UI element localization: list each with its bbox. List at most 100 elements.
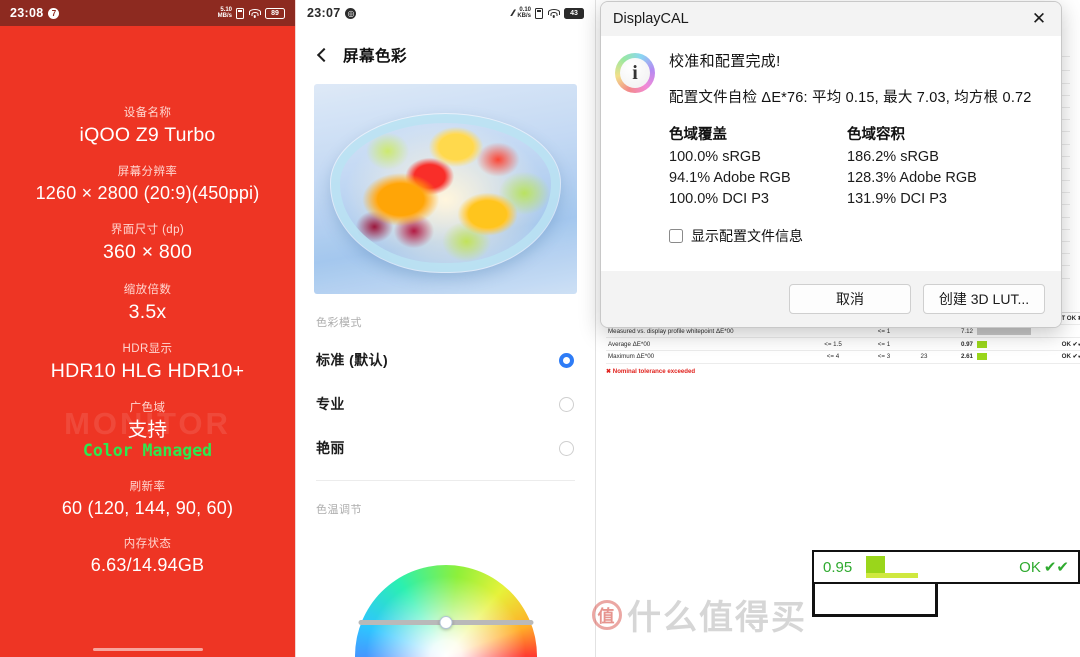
cancel-button[interactable]: 取消 xyxy=(789,284,911,314)
gamut-volume-heading: 色域容积 xyxy=(847,127,905,143)
info-block-ui-size: 界面尺寸 (dp) 360 × 800 xyxy=(0,221,295,263)
network-speed-value: 5.10 xyxy=(220,6,232,13)
network-speed-value: 0.10 xyxy=(519,6,531,13)
cell-count xyxy=(913,337,935,351)
close-icon[interactable]: ✕ xyxy=(1017,2,1061,36)
wifi-icon xyxy=(248,8,261,19)
callout-status-text: OK xyxy=(1019,558,1041,576)
color-temp-slider-knob[interactable] xyxy=(439,616,452,629)
home-indicator xyxy=(92,647,203,651)
bar-gray xyxy=(977,327,1031,335)
cell-recommended: <= 3 xyxy=(855,350,913,364)
show-profile-info-checkbox-row[interactable]: 显示配置文件信息 xyxy=(669,226,1043,246)
network-speed-unit: MB/s xyxy=(217,13,232,19)
info-value: iQOO Z9 Turbo xyxy=(79,124,216,146)
info-icon-glyph: i xyxy=(632,61,638,84)
battery-icon: 43 xyxy=(564,7,584,19)
section-label-color-temp: 色温调节 xyxy=(316,504,362,516)
checkbox-icon[interactable] xyxy=(669,229,683,244)
callout-leader-line-bottom xyxy=(812,614,938,617)
callout-check-icon: ✔✔ xyxy=(1043,559,1069,576)
info-label: HDR显示 xyxy=(122,342,173,355)
gamut-coverage-column: 色域覆盖 100.0% sRGB 94.1% Adobe RGB 100.0% … xyxy=(669,123,821,210)
color-managed-value: Color Managed xyxy=(82,440,213,460)
phone1-statusbar-left: 23:08 7 xyxy=(10,6,60,20)
callout-bar xyxy=(866,556,919,578)
cell-actual: 0.97 xyxy=(935,337,975,351)
checkbox-label: 显示配置文件信息 xyxy=(691,228,803,245)
radio-unselected-icon[interactable] xyxy=(559,396,574,412)
create-3d-lut-button[interactable]: 创建 3D LUT... xyxy=(923,284,1045,314)
info-value: 60 (120, 144, 90, 60) xyxy=(61,497,234,518)
phone1-info-list: 设备名称 iQOO Z9 Turbo 屏幕分辨率 1260 × 2800 (20… xyxy=(0,26,295,576)
screenshot-root: 23:08 7 5.10 MB/s 89 MONITOR 设备名称 iQOO Z… xyxy=(0,0,1080,657)
info-block-wide-gamut: 广色域 支持 Color Managed xyxy=(0,399,295,460)
screen-color-nav-header: 屏幕色彩 xyxy=(296,26,595,84)
gamut-coverage-line: 100.0% DCI P3 xyxy=(669,191,769,208)
info-value: 1260 × 2800 (20:9)(450ppi) xyxy=(35,183,260,204)
page-title: 屏幕色彩 xyxy=(343,48,408,65)
info-value: 360 × 800 xyxy=(102,241,193,264)
gamut-coverage-heading: 色域覆盖 xyxy=(669,127,727,143)
gamut-coverage-line: 94.1% Adobe RGB xyxy=(669,170,791,187)
fruit-bowl-shape xyxy=(329,113,562,273)
dialog-text-area: 校准和配置完成! 配置文件自检 ΔE*76: 平均 0.15, 最大 7.03,… xyxy=(669,50,1043,263)
cell-nominal: <= 4 xyxy=(811,350,855,364)
info-label: 屏幕分辨率 xyxy=(117,166,178,179)
option-label: 标准 (默认) xyxy=(316,352,389,368)
phone1-clock: 23:08 xyxy=(10,6,44,20)
network-speed-unit: KB/s xyxy=(517,13,531,19)
callout-leader-line-right xyxy=(935,584,938,616)
bar-green xyxy=(977,353,987,361)
back-arrow-icon[interactable] xyxy=(316,47,332,63)
dialog-body: i 校准和配置完成! 配置文件自检 ΔE*76: 平均 0.15, 最大 7.0… xyxy=(601,36,1061,271)
color-mode-option-vivid[interactable]: 艳丽 xyxy=(296,426,595,470)
battery-icon: 89 xyxy=(265,7,285,19)
option-label: 艳丽 xyxy=(316,440,345,456)
cell-actual: 2.61 xyxy=(935,350,975,364)
gamut-volume-line: 128.3% Adobe RGB xyxy=(847,170,977,187)
gamut-coverage-line: 100.0% sRGB xyxy=(669,149,761,165)
color-mode-option-standard[interactable]: 标准 (默认) xyxy=(296,338,595,382)
color-mode-option-professional[interactable]: 专业 xyxy=(296,382,595,426)
info-block-hdr: HDR显示 HDR10 HLG HDR10+ xyxy=(0,340,295,382)
color-preview-photo xyxy=(314,84,577,294)
info-block-refresh-rate: 刷新率 60 (120, 144, 90, 60) xyxy=(0,478,295,519)
signal-bars-icon: ⁄⁄⁄ xyxy=(511,8,514,18)
wifi-icon xyxy=(547,8,560,19)
info-block-density-scale: 缩放倍数 3.5x xyxy=(0,281,295,323)
info-block-device-name: 设备名称 iQOO Z9 Turbo xyxy=(0,104,295,146)
gamut-columns: 色域覆盖 100.0% sRGB 94.1% Adobe RGB 100.0% … xyxy=(669,123,1043,210)
cell-criteria: Average ΔE*00 xyxy=(606,337,811,351)
radio-unselected-icon[interactable] xyxy=(559,440,574,456)
phone2-clock: 23:07 xyxy=(307,6,341,20)
cell-criteria: Maximum ΔE*00 xyxy=(606,350,811,364)
info-label: 设备名称 xyxy=(123,107,172,119)
info-value: 支持 xyxy=(127,419,168,442)
zoom-callout-box: 0.95 OK ✔✔ xyxy=(812,550,1080,584)
color-wheel[interactable] xyxy=(354,565,537,657)
table-row: Average ΔE*00 <= 1.5 <= 1 0.97 OK ✔✔ xyxy=(606,337,1080,351)
phone2-statusbar: 23:07 ◎ ⁄⁄⁄ 0.10 KB/s 43 xyxy=(296,0,595,26)
sim-card-icon xyxy=(535,7,543,19)
radio-selected-icon[interactable] xyxy=(559,352,574,368)
gamut-volume-column: 色域容积 186.2% sRGB 128.3% Adobe RGB 131.9%… xyxy=(847,123,999,210)
info-value: HDR10 HLG HDR10+ xyxy=(50,359,245,382)
alarm-circle-icon: 7 xyxy=(48,7,60,19)
displaycal-dialog: DisplayCAL ✕ i 校准和配置完成! 配置文件自检 ΔE*76: 平均… xyxy=(600,1,1062,328)
info-icon: i xyxy=(615,53,655,93)
cell-result: OK ✔✔ xyxy=(1033,350,1080,364)
info-label: 广色域 xyxy=(129,402,166,415)
table-row: Maximum ΔE*00 <= 4 <= 3 23 2.61 OK ✔✔ xyxy=(606,350,1080,364)
cell-bar xyxy=(975,350,1033,364)
info-value: 3.5x xyxy=(128,300,167,323)
phone1-statusbar-right: 5.10 MB/s 89 xyxy=(218,7,285,20)
panel-screen-color-settings: 23:07 ◎ ⁄⁄⁄ 0.10 KB/s 43 屏幕色彩 色彩模式 标准 (默… xyxy=(295,0,595,657)
info-label: 缩放倍数 xyxy=(123,283,172,296)
network-speed-icon: 5.10 MB/s xyxy=(218,7,232,20)
gamut-volume-line: 131.9% DCI P3 xyxy=(847,191,947,208)
cell-result: OK ✔✔ xyxy=(1033,337,1080,351)
dialog-titlebar: DisplayCAL ✕ xyxy=(601,2,1061,36)
panel-phone-display-info: 23:08 7 5.10 MB/s 89 MONITOR 设备名称 iQOO Z… xyxy=(0,0,295,657)
info-value: 6.63/14.94GB xyxy=(90,555,205,576)
